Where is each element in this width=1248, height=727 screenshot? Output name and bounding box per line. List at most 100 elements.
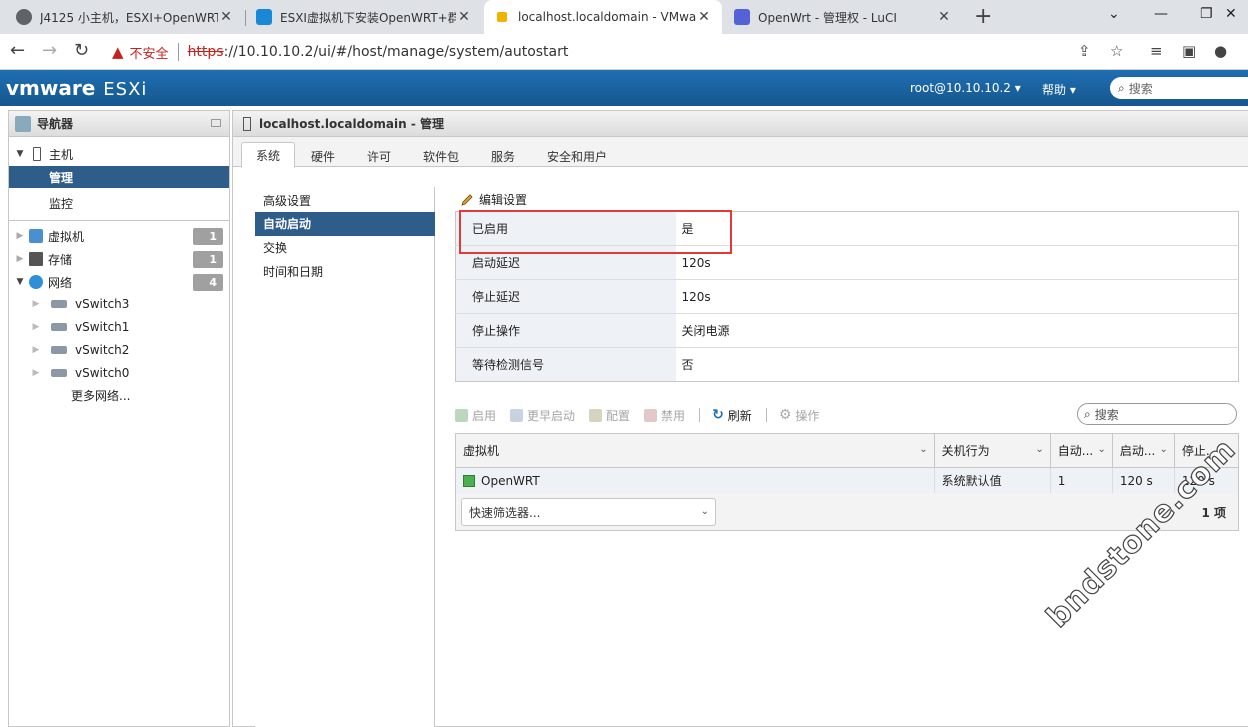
grid-search-input[interactable]: ⌕ 搜索 xyxy=(1077,403,1237,425)
storage-icon xyxy=(29,252,43,266)
insecure-label[interactable]: 不安全 xyxy=(130,43,169,62)
page-title: localhost.localdomain - 管理 xyxy=(259,117,445,131)
vswitch-icon xyxy=(51,346,67,354)
configure-icon xyxy=(589,408,603,422)
expand-arrow-icon[interactable]: ▶ xyxy=(31,322,41,332)
chevron-down-icon[interactable]: ⌄ xyxy=(919,444,927,455)
tree-item-vswitch2[interactable]: ▶ vSwitch2 xyxy=(9,339,229,361)
tab-services[interactable]: 服务 xyxy=(477,144,529,167)
column-label: 自动... xyxy=(1057,444,1094,458)
subnav-time-date[interactable]: 时间和日期 xyxy=(255,260,435,284)
browser-tab-1[interactable]: J4125 小主机，ESXI+OpenWRT ✕ xyxy=(6,0,244,34)
profile-icon[interactable]: ● xyxy=(1214,42,1227,60)
refresh-icon: ↻ xyxy=(712,407,724,423)
tree-item-vms[interactable]: ▶ 虚拟机 1 xyxy=(9,225,229,247)
expand-arrow-icon[interactable]: ▶ xyxy=(15,231,25,241)
vswitch-icon xyxy=(51,369,67,377)
configure-button[interactable]: 配置 xyxy=(589,407,630,424)
tree-item-vswitch0[interactable]: ▶ vSwitch0 xyxy=(9,362,229,384)
warning-icon: ▲ xyxy=(112,43,124,61)
side-panel-icon[interactable]: ▣ xyxy=(1182,42,1196,60)
table-row[interactable]: OpenWRT 系统默认值 1 120 s 120 s xyxy=(455,467,1239,494)
column-header-shutdown[interactable]: 关机行为 ⌄ xyxy=(934,433,1051,468)
chevron-down-icon[interactable]: ⌄ xyxy=(1160,444,1168,455)
tree-item-manage[interactable]: 管理 xyxy=(9,166,229,188)
close-icon[interactable]: ✕ xyxy=(456,9,472,25)
tab-search-icon[interactable]: ⌄ xyxy=(1108,6,1120,22)
close-icon[interactable]: ✕ xyxy=(696,9,712,25)
collapse-icon[interactable] xyxy=(211,119,221,127)
share-icon[interactable]: ⇪ xyxy=(1078,42,1091,60)
navigator-panel: 导航器 ▼ 主机 管理 监控 ▶ 虚拟机 1 ▶ 存储 1 ▼ 网络 4 ▶ v… xyxy=(8,110,230,727)
edit-settings-label: 编辑设置 xyxy=(479,193,528,207)
chevron-down-icon[interactable]: ⌄ xyxy=(1035,444,1043,455)
subnav-swap[interactable]: 交换 xyxy=(255,236,435,260)
tab-packages[interactable]: 软件包 xyxy=(409,144,473,167)
header-search-input[interactable]: ⌕ 搜索 xyxy=(1110,77,1248,99)
reading-list-icon[interactable]: ≡ xyxy=(1150,42,1163,60)
back-icon[interactable]: ← xyxy=(10,40,25,61)
start-button[interactable]: 启用 xyxy=(455,407,496,424)
tree-label: vSwitch1 xyxy=(75,320,130,334)
vswitch-icon xyxy=(51,323,67,331)
edit-settings-button[interactable]: 编辑设置 xyxy=(461,191,527,208)
browser-tab-4[interactable]: OpenWrt - 管理权 - LuCI ✕ xyxy=(724,0,962,34)
user-menu[interactable]: root@10.10.10.2 ▾ xyxy=(910,81,1021,95)
subnav-advanced-settings[interactable]: 高级设置 xyxy=(255,189,435,213)
tab-licensing[interactable]: 许可 xyxy=(353,144,405,167)
expand-arrow-icon[interactable]: ▶ xyxy=(31,299,41,309)
tab-security-users[interactable]: 安全和用户 xyxy=(533,144,621,167)
tree-label: 监控 xyxy=(49,196,74,211)
tree-item-host[interactable]: ▼ 主机 xyxy=(9,143,229,165)
expand-arrow-icon[interactable]: ▼ xyxy=(15,277,25,287)
expand-arrow-icon[interactable]: ▶ xyxy=(15,254,25,264)
browser-tab-3[interactable]: localhost.localdomain - VMwa ✕ xyxy=(484,0,722,34)
esxi-header: vmware ESXi root@10.10.10.2 ▾ 帮助 ▾ ⌕ 搜索 xyxy=(0,70,1248,106)
close-icon[interactable]: ✕ xyxy=(218,9,234,25)
tree-item-monitor[interactable]: 监控 xyxy=(9,192,229,214)
tab-title: ESXI虚拟机下安装OpenWRT+群 xyxy=(280,10,456,25)
count-badge: 1 xyxy=(193,227,223,245)
subnav-autostart[interactable]: 自动启动 xyxy=(255,212,435,236)
quick-filter-value: 快速筛选器... xyxy=(469,505,541,520)
vmware-esxi-logo: vmware ESXi xyxy=(6,76,147,100)
minimize-icon[interactable]: — xyxy=(1154,6,1168,22)
network-globe-icon xyxy=(29,275,43,289)
column-header-auto[interactable]: 自动... ⌄ xyxy=(1050,433,1113,468)
expand-arrow-icon[interactable]: ▼ xyxy=(15,149,25,159)
prop-row: 等待检测信号否 xyxy=(455,347,1239,382)
window-close-icon[interactable]: ✕ xyxy=(1225,6,1237,22)
button-label: 禁用 xyxy=(661,408,686,423)
new-tab-icon[interactable]: + xyxy=(974,4,992,29)
tree-item-network[interactable]: ▼ 网络 4 xyxy=(9,271,229,293)
vm-cell[interactable]: OpenWRT xyxy=(455,467,935,494)
bookmark-star-icon[interactable]: ☆ xyxy=(1110,42,1123,60)
close-icon[interactable]: ✕ xyxy=(936,9,952,25)
tree-item-vswitch1[interactable]: ▶ vSwitch1 xyxy=(9,316,229,338)
column-header-start-delay[interactable]: 启动... ⌄ xyxy=(1112,433,1175,468)
disable-button[interactable]: 禁用 xyxy=(644,407,685,424)
help-menu[interactable]: 帮助 ▾ xyxy=(1042,81,1076,98)
url-field[interactable]: ▲ 不安全 https://10.10.10.2/ui/#/host/manag… xyxy=(104,38,1144,66)
chevron-down-icon[interactable]: ⌄ xyxy=(1097,444,1105,455)
refresh-button[interactable]: ↻ 刷新 xyxy=(712,407,752,424)
tree-item-vswitch3[interactable]: ▶ vSwitch3 xyxy=(9,293,229,315)
tree-item-storage[interactable]: ▶ 存储 1 xyxy=(9,248,229,270)
tree-item-more-networks[interactable]: 更多网络... xyxy=(9,384,229,406)
reload-icon[interactable]: ↻ xyxy=(74,40,89,61)
column-header-vm[interactable]: 虚拟机 ⌄ xyxy=(455,433,935,468)
expand-arrow-icon[interactable]: ▶ xyxy=(31,368,41,378)
tab-system[interactable]: 系统 xyxy=(241,142,296,168)
browser-tab-2[interactable]: ESXI虚拟机下安装OpenWRT+群 ✕ xyxy=(246,0,482,34)
gear-icon: ⚙ xyxy=(778,407,792,423)
tree-label: 更多网络... xyxy=(71,388,131,403)
expand-arrow-icon[interactable]: ▶ xyxy=(31,345,41,355)
forward-icon[interactable]: → xyxy=(42,40,57,61)
tree-label: 管理 xyxy=(49,170,74,185)
tab-hardware[interactable]: 硬件 xyxy=(297,144,349,167)
restore-icon[interactable]: ❐ xyxy=(1200,6,1213,22)
quick-filter-select[interactable]: 快速筛选器... ⌄ xyxy=(461,498,716,526)
actions-button[interactable]: ⚙ 操作 xyxy=(779,407,820,424)
start-earlier-button[interactable]: 更早启动 xyxy=(510,407,575,424)
chevron-down-icon: ⌄ xyxy=(700,506,709,517)
